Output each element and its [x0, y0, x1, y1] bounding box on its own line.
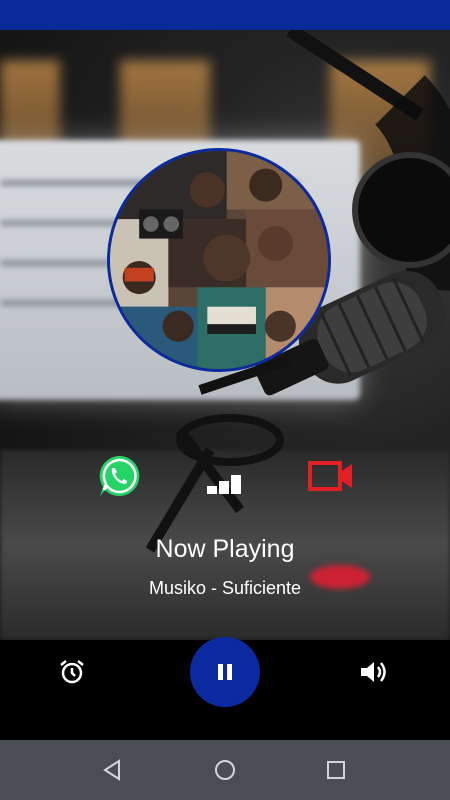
action-row [0, 452, 450, 502]
now-playing-heading: Now Playing [155, 535, 295, 563]
recents-button[interactable] [323, 757, 349, 783]
track-title: Musiko - Suficiente [148, 578, 302, 598]
whatsapp-icon [99, 455, 140, 496]
pause-icon [218, 664, 232, 680]
home-button[interactable] [212, 757, 238, 783]
recents-square-icon [327, 761, 345, 779]
back-button[interactable] [100, 757, 126, 783]
whatsapp-button[interactable] [95, 452, 143, 500]
video-camera-icon [308, 461, 352, 491]
system-nav-bar [0, 740, 450, 800]
home-circle-icon [215, 760, 235, 780]
signal-button[interactable] [205, 464, 245, 494]
signal-bars-icon [207, 475, 241, 494]
player-controls [0, 637, 450, 740]
alarm-button[interactable] [58, 658, 86, 686]
video-button[interactable] [308, 460, 354, 492]
status-bar [0, 0, 450, 30]
volume-icon [361, 662, 386, 682]
back-triangle-icon [103, 759, 120, 781]
alarm-clock-icon [60, 660, 84, 684]
album-collage-image [110, 151, 328, 369]
album-art [107, 148, 331, 372]
volume-button[interactable] [358, 658, 388, 686]
pause-button[interactable] [190, 637, 260, 707]
